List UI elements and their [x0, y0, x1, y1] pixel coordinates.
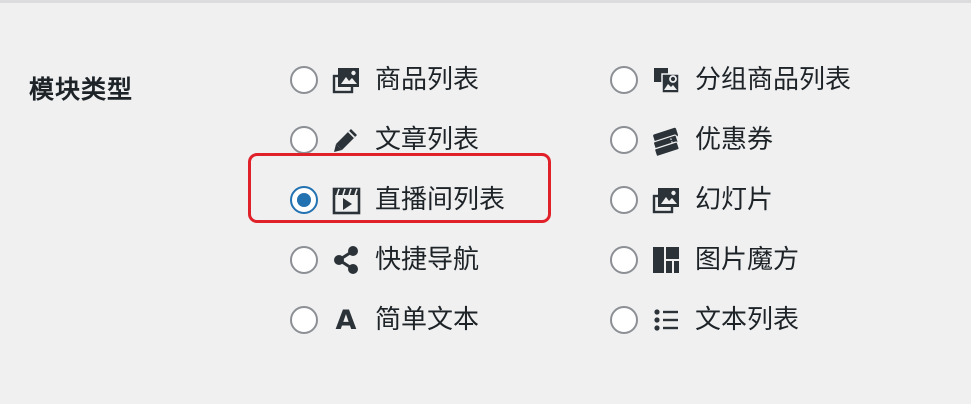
option-label: 商品列表 — [375, 65, 480, 95]
option-label: 文本列表 — [695, 305, 800, 335]
tickets-icon — [648, 122, 684, 158]
option-simple-text[interactable]: A 简单文本 — [290, 290, 505, 350]
radio-button[interactable] — [610, 186, 638, 214]
share-icon — [328, 242, 364, 278]
slides-icon — [648, 182, 684, 218]
option-slides[interactable]: 幻灯片 — [610, 170, 851, 230]
option-grouped-products-list[interactable]: 分组商品列表 — [610, 50, 851, 110]
option-label: 优惠券 — [695, 125, 774, 155]
radio-button[interactable] — [290, 126, 318, 154]
option-label: 幻灯片 — [695, 185, 774, 215]
option-label: 直播间列表 — [375, 185, 506, 215]
pencil-icon — [328, 122, 364, 158]
option-label: 文章列表 — [375, 125, 480, 155]
radio-button[interactable] — [610, 246, 638, 274]
radio-button-checked[interactable] — [290, 186, 318, 214]
radio-button[interactable] — [610, 306, 638, 334]
top-divider — [0, 0, 971, 3]
radio-button[interactable] — [290, 306, 318, 334]
option-live-rooms-list[interactable]: 直播间列表 — [290, 170, 505, 230]
option-image-cube[interactable]: 图片魔方 — [610, 230, 851, 290]
option-label: 分组商品列表 — [695, 65, 852, 95]
grid-layout-icon — [648, 242, 684, 278]
images-icon — [328, 62, 364, 98]
option-label: 快捷导航 — [375, 245, 480, 275]
option-label: 图片魔方 — [695, 245, 800, 275]
video-clapper-icon — [328, 182, 364, 218]
radio-button[interactable] — [290, 246, 318, 274]
group-products-icon — [648, 62, 684, 98]
option-text-list[interactable]: 文本列表 — [610, 290, 851, 350]
option-label: 简单文本 — [375, 305, 480, 335]
radio-button[interactable] — [610, 66, 638, 94]
list-icon — [648, 302, 684, 338]
options-column-right: 分组商品列表 优惠券 幻灯片 图片魔方 文本列表 — [610, 50, 851, 350]
option-products-list[interactable]: 商品列表 — [290, 50, 505, 110]
options-column-left: 商品列表 文章列表 直播间列表 快捷导航 A 简单文本 — [290, 50, 505, 350]
field-label: 模块类型 — [29, 75, 134, 104]
letter-a-icon: A — [335, 304, 357, 336]
option-quick-nav[interactable]: 快捷导航 — [290, 230, 505, 290]
option-articles-list[interactable]: 文章列表 — [290, 110, 505, 170]
radio-button[interactable] — [610, 126, 638, 154]
radio-button[interactable] — [290, 66, 318, 94]
option-coupons[interactable]: 优惠券 — [610, 110, 851, 170]
